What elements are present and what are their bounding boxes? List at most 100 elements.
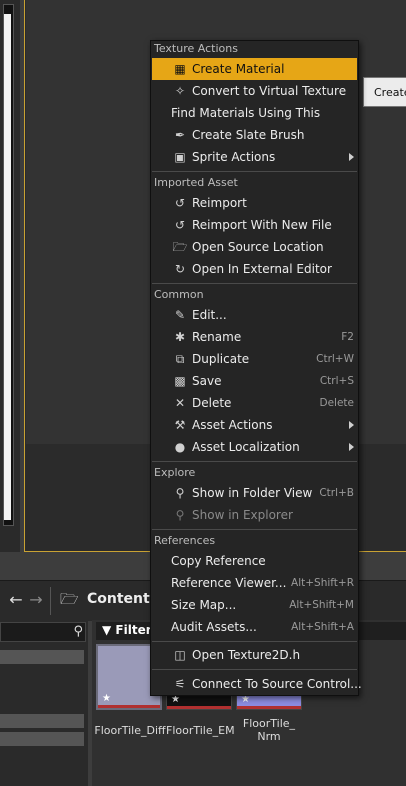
material-icon: ▦	[174, 62, 186, 76]
cpp-icon: ◫	[174, 648, 186, 662]
virtual-texture-icon: ✧	[174, 84, 186, 98]
menu-item-label: Duplicate	[192, 352, 250, 366]
menu-item-label: Rename	[192, 330, 242, 344]
search-icon: ⚲	[73, 624, 83, 639]
section-header-imported-asset: Imported Asset	[154, 176, 238, 189]
menu-item-label: Reimport With New File	[192, 218, 332, 232]
globe-icon: ●	[174, 440, 186, 454]
menu-item-label: Sprite Actions	[192, 150, 276, 164]
menu-item-label: Create Slate Brush	[192, 128, 305, 142]
reimport-icon: ↺	[174, 196, 186, 210]
section-header-explore: Explore	[154, 466, 196, 479]
menu-item-label: Asset Localization	[192, 440, 300, 454]
menu-item-asset-actions[interactable]: ⚒ Asset Actions	[152, 414, 357, 436]
menu-item-rename[interactable]: ✱ Rename F2	[152, 326, 357, 348]
menu-item-create-material[interactable]: ▦ Create Material	[152, 58, 357, 80]
wrench-icon: ⚒	[174, 418, 186, 432]
menu-separator	[152, 461, 357, 462]
star-icon: ★	[102, 693, 111, 704]
tree-row[interactable]	[0, 732, 84, 746]
menu-item-label: Find Materials Using This	[171, 106, 321, 120]
menu-item-label: Show in Explorer	[192, 508, 293, 522]
menu-item-open-external-editor[interactable]: ↻ Open In External Editor	[152, 258, 357, 280]
submenu-arrow-icon	[349, 443, 354, 451]
menu-item-label: Open Texture2D.h	[192, 648, 301, 662]
source-control-icon: ⚟	[174, 677, 186, 691]
shortcut-label: F2	[341, 331, 354, 343]
menu-item-open-header[interactable]: ◫ Open Texture2D.h	[152, 644, 357, 666]
asset-type-bar	[98, 705, 160, 708]
shortcut-label: Alt+Shift+A	[291, 621, 354, 633]
create-button[interactable]: Create	[363, 77, 406, 107]
menu-item-edit[interactable]: ✎ Edit...	[152, 304, 357, 326]
filter-icon: ▼	[102, 623, 112, 637]
submenu-arrow-icon	[349, 421, 354, 429]
scrollbar-thumb[interactable]	[4, 14, 11, 520]
shortcut-label: Alt+Shift+R	[291, 577, 354, 589]
menu-item-label: Save	[192, 374, 222, 388]
rename-icon: ✱	[174, 330, 186, 344]
menu-item-label: Open In External Editor	[192, 262, 332, 276]
brush-icon: ✒	[174, 128, 186, 142]
menu-separator	[152, 283, 357, 284]
shortcut-label: Delete	[319, 397, 355, 409]
menu-item-label: Copy Reference	[171, 554, 266, 568]
save-icon: ▩	[174, 374, 186, 388]
shortcut-label: Ctrl+B	[319, 487, 354, 499]
search-input[interactable]: ⚲	[0, 622, 86, 642]
section-header-texture-actions: Texture Actions	[154, 42, 238, 55]
menu-item-find-materials[interactable]: Find Materials Using This	[152, 102, 357, 124]
tree-row[interactable]	[0, 650, 84, 664]
duplicate-icon: ⧉	[175, 352, 185, 366]
menu-item-asset-localization[interactable]: ● Asset Localization	[152, 436, 357, 458]
folder-icon: 🗁	[172, 240, 188, 254]
submenu-arrow-icon	[349, 153, 354, 161]
menu-item-label: Connect To Source Control...	[192, 677, 362, 691]
menu-item-size-map[interactable]: Size Map... Alt+Shift+M	[152, 594, 357, 616]
forward-arrow-icon[interactable]: →	[28, 591, 44, 609]
asset-type-bar	[237, 706, 301, 709]
menu-item-convert-virtual-texture[interactable]: ✧ Convert to Virtual Texture	[152, 80, 357, 102]
breadcrumb-content[interactable]: Content	[87, 591, 150, 607]
menu-item-show-in-folder-view[interactable]: ⚲ Show in Folder View Ctrl+B	[152, 482, 357, 504]
menu-item-label: Delete	[192, 396, 232, 410]
section-header-references: References	[154, 534, 216, 547]
menu-item-label: Edit...	[192, 308, 227, 322]
pencil-icon: ✎	[174, 308, 186, 322]
menu-item-reimport-new-file[interactable]: ↺ Reimport With New File	[152, 214, 357, 236]
menu-item-label: Size Map...	[171, 598, 237, 612]
divider	[50, 587, 51, 615]
asset-type-bar	[167, 706, 231, 709]
asset-caption: FloorTile_Diff	[94, 724, 166, 737]
menu-item-label: Create Material	[192, 62, 285, 76]
menu-item-label: Convert to Virtual Texture	[192, 84, 347, 98]
menu-item-sprite-actions[interactable]: ▣ Sprite Actions	[152, 146, 357, 168]
menu-item-label: Reference Viewer...	[171, 576, 287, 590]
search-icon: ⚲	[175, 508, 185, 522]
menu-item-create-slate-brush[interactable]: ✒ Create Slate Brush	[152, 124, 357, 146]
menu-item-connect-source-control[interactable]: ⚟ Connect To Source Control...	[152, 673, 362, 695]
tree-row[interactable]	[0, 714, 84, 728]
menu-separator	[152, 171, 357, 172]
asset-caption-line: FloorTile_	[242, 717, 296, 730]
menu-item-duplicate[interactable]: ⧉ Duplicate Ctrl+W	[152, 348, 357, 370]
menu-item-label: Open Source Location	[192, 240, 324, 254]
menu-item-label: Asset Actions	[192, 418, 273, 432]
back-arrow-icon[interactable]: ←	[8, 591, 24, 609]
menu-item-label: Show in Folder View	[192, 486, 313, 500]
asset-caption-line: Nrm	[257, 730, 281, 743]
menu-item-reference-viewer[interactable]: Reference Viewer... Alt+Shift+R	[152, 572, 357, 594]
folder-tree-panel: ⚲	[0, 620, 88, 786]
menu-item-save[interactable]: ▩ Save Ctrl+S	[152, 370, 357, 392]
menu-item-delete[interactable]: ✕ Delete Delete	[152, 392, 357, 414]
menu-item-audit-assets[interactable]: Audit Assets... Alt+Shift+A	[152, 616, 357, 638]
menu-item-open-source-location[interactable]: 🗁 Open Source Location	[152, 236, 357, 258]
section-header-common: Common	[154, 288, 204, 301]
menu-item-copy-reference[interactable]: Copy Reference	[152, 550, 357, 572]
sprite-icon: ▣	[174, 150, 186, 164]
reimport-icon: ↺	[174, 218, 186, 232]
menu-item-reimport[interactable]: ↺ Reimport	[152, 192, 357, 214]
search-icon: ⚲	[175, 486, 185, 500]
folder-icon: 🗁	[60, 590, 79, 608]
asset-caption: FloorTile_ Nrm	[236, 717, 302, 743]
